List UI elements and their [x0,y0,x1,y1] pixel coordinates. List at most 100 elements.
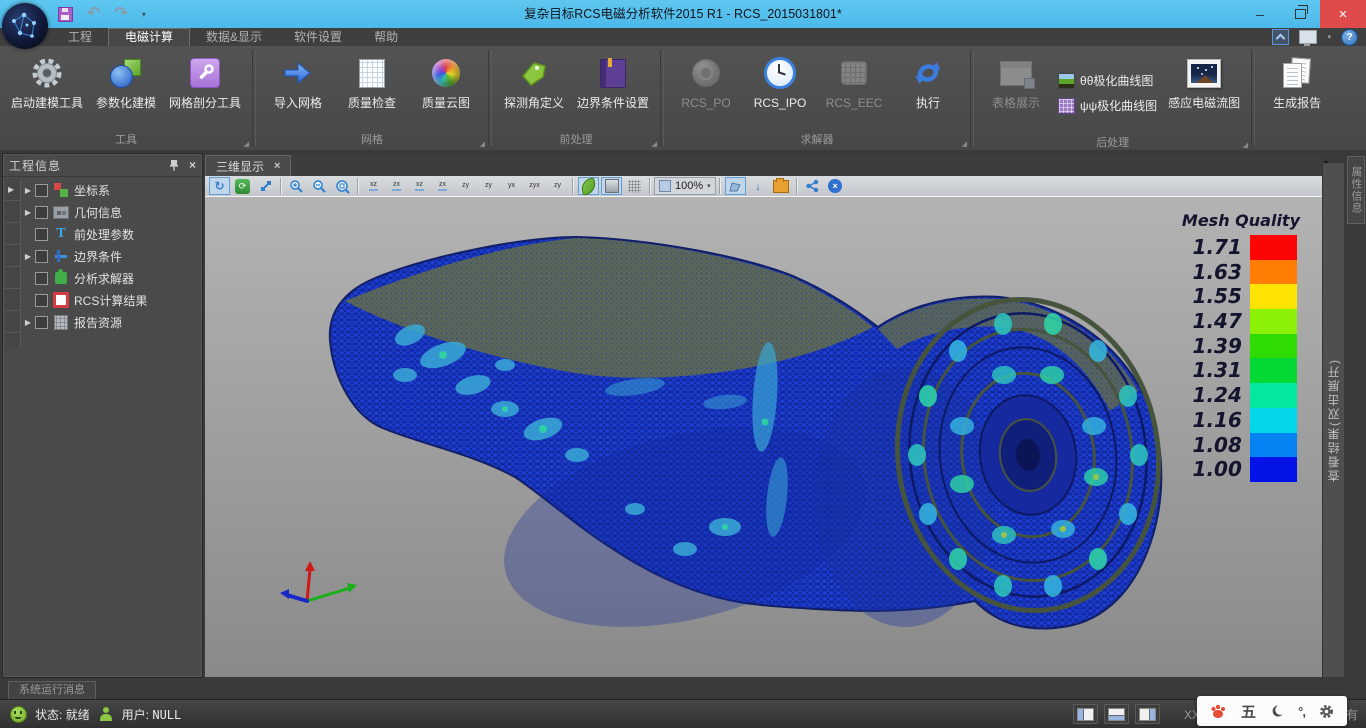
tree-item-analysis-solver[interactable]: 分析求解器 [21,267,200,289]
view-xz2-button[interactable]: xz [409,177,430,195]
tree-item-boundary-conditions[interactable]: ▶ 边界条件 [21,245,200,267]
view-iso-button[interactable]: zyx [524,177,545,195]
tree-item-preprocess-params[interactable]: T 前处理参数 [21,223,200,245]
launch-modeling-button[interactable]: 启动建模工具 [6,50,88,112]
boundary-setup-button[interactable]: 边界条件设置 [572,50,654,112]
system-messages-tab[interactable]: 系统运行消息 [8,681,96,701]
half-width-moon-icon[interactable] [1270,704,1284,718]
rotate-view-button[interactable]: ↻ [209,177,230,195]
checkbox[interactable] [35,184,48,197]
tree-item-report-resources[interactable]: ▶ 报告资源 [21,311,200,333]
table-view-button[interactable]: 表格展示 [980,50,1052,112]
view-zy2-button[interactable]: zy [478,177,499,195]
mesh-partition-button[interactable]: 网格剖分工具 [164,50,246,112]
tree-item-coordinate-system[interactable]: ▶ 坐标系 [21,179,200,201]
tab-software-settings[interactable]: 软件设置 [278,28,358,46]
tree-item-rcs-results[interactable]: RCS计算结果 [21,289,200,311]
layers-button[interactable] [771,177,792,195]
execute-button[interactable]: 执行 [892,50,964,112]
minimize-button[interactable]: – [1240,0,1280,28]
points-mode-button[interactable] [624,177,645,195]
expander-icon[interactable]: ▶ [21,318,35,327]
orbit-button[interactable]: ⟳ [232,177,253,195]
import-mesh-button[interactable]: 导入网格 [262,50,334,112]
app-logo[interactable] [2,3,48,49]
view-zx-button[interactable]: zx [386,177,407,195]
checkbox[interactable] [35,228,48,241]
ime-toolbar[interactable]: 五 °, [1197,696,1347,726]
quality-check-button[interactable]: 质量检查 [336,50,408,112]
dialog-launcher-icon[interactable]: ◢ [652,140,657,148]
share-button[interactable] [802,177,823,195]
parametric-modeling-button[interactable]: 参数化建模 [90,50,162,112]
dialog-launcher-icon[interactable]: ◢ [480,140,485,148]
generate-report-button[interactable]: 生成报告 [1261,50,1333,112]
fit-extents-button[interactable] [255,177,276,195]
tab-em-computation[interactable]: 电磁计算 [108,28,190,46]
zoom-out-button[interactable] [309,177,330,195]
checkbox[interactable] [35,206,48,219]
pin-icon[interactable] [169,159,179,171]
view-iso2-button[interactable]: zy [547,177,568,195]
layout-right-button[interactable] [1135,704,1160,724]
display-style-dropdown-icon[interactable]: ▾ [1327,33,1331,41]
flat-mode-button[interactable] [601,177,622,195]
view-yx-button[interactable]: yx [501,177,522,195]
3d-viewport[interactable]: Mesh Quality 1.71 1.63 1.55 1.47 1.39 1.… [205,197,1322,677]
view-results-tab[interactable]: 查看结果(双击展开) [1322,163,1344,677]
display-style-icon[interactable] [1299,30,1317,44]
dialog-launcher-icon[interactable]: ◢ [962,140,967,148]
psi-curve-button[interactable]: ψψ极化曲线图 [1058,97,1157,114]
rcs-ipo-button[interactable]: RCS_IPO [744,50,816,112]
ime-logo-icon[interactable] [1210,703,1227,719]
expander-icon[interactable]: ▶ [21,208,35,217]
ime-settings-gear-icon[interactable] [1319,704,1334,719]
view-zy-button[interactable]: zy [455,177,476,195]
zoom-window-button[interactable] [332,177,353,195]
close-button[interactable]: × [1320,0,1366,28]
ime-punctuation-button[interactable]: °, [1298,704,1305,719]
tab-close-icon[interactable]: × [274,160,280,172]
rcs-po-button[interactable]: RCS_PO [670,50,742,112]
tab-3d-display[interactable]: 三维显示 × [205,155,291,176]
restore-button[interactable] [1280,0,1320,28]
move-down-button[interactable]: ↓ [748,177,769,195]
dialog-launcher-icon[interactable]: ◢ [244,140,249,148]
coordinate-system-icon [53,182,69,198]
layout-left-button[interactable] [1073,704,1098,724]
induced-current-button[interactable]: 感应电磁流图 [1163,50,1245,112]
checkbox[interactable] [35,250,48,263]
view-xz-button[interactable]: xz [363,177,384,195]
checkbox[interactable] [35,316,48,329]
checkbox[interactable] [35,272,48,285]
probe-angle-button[interactable]: 探测角定义 [498,50,570,112]
checkbox[interactable] [35,294,48,307]
main-area: 工程信息 × ▶ ▶ 坐标系 ▶ [0,150,1366,700]
collapse-ribbon-button[interactable] [1272,29,1289,45]
ribbon-group-footer: 后处理 ◢ [974,136,1251,151]
expander-icon[interactable]: ▶ [21,252,35,261]
dialog-launcher-icon[interactable]: ◢ [1243,141,1248,149]
shaded-mode-button[interactable] [578,177,599,195]
layout-bottom-button[interactable] [1104,704,1129,724]
cancel-button[interactable]: × [825,177,846,195]
clip-region-button[interactable] [725,177,746,195]
zoom-level-select[interactable]: 100% ▾ [654,177,716,195]
ribbon: 启动建模工具 参数化建模 网格剖分工具 工具 ◢ [0,46,1366,151]
tab-data-display[interactable]: 数据&显示 [190,28,278,46]
clock-icon [764,52,796,94]
zoom-in-button[interactable] [286,177,307,195]
tab-project[interactable]: 工程 [52,28,108,46]
theta-curve-button[interactable]: θθ极化曲线图 [1058,72,1157,89]
property-info-tab[interactable]: 属性信息 [1347,156,1365,224]
quality-cloud-button[interactable]: 质量云图 [410,50,482,112]
help-button[interactable]: ? [1341,29,1358,46]
tree-item-geometry-info[interactable]: ▶ 几何信息 [21,201,200,223]
panel-close-icon[interactable]: × [189,158,196,172]
gutter-expander-icon[interactable]: ▶ [8,185,14,194]
view-zx2-button[interactable]: zx [432,177,453,195]
tab-help[interactable]: 帮助 [358,28,414,46]
ime-mode-button[interactable]: 五 [1241,701,1256,722]
rcs-eec-button[interactable]: RCS_EEC [818,50,890,112]
expander-icon[interactable]: ▶ [21,186,35,195]
